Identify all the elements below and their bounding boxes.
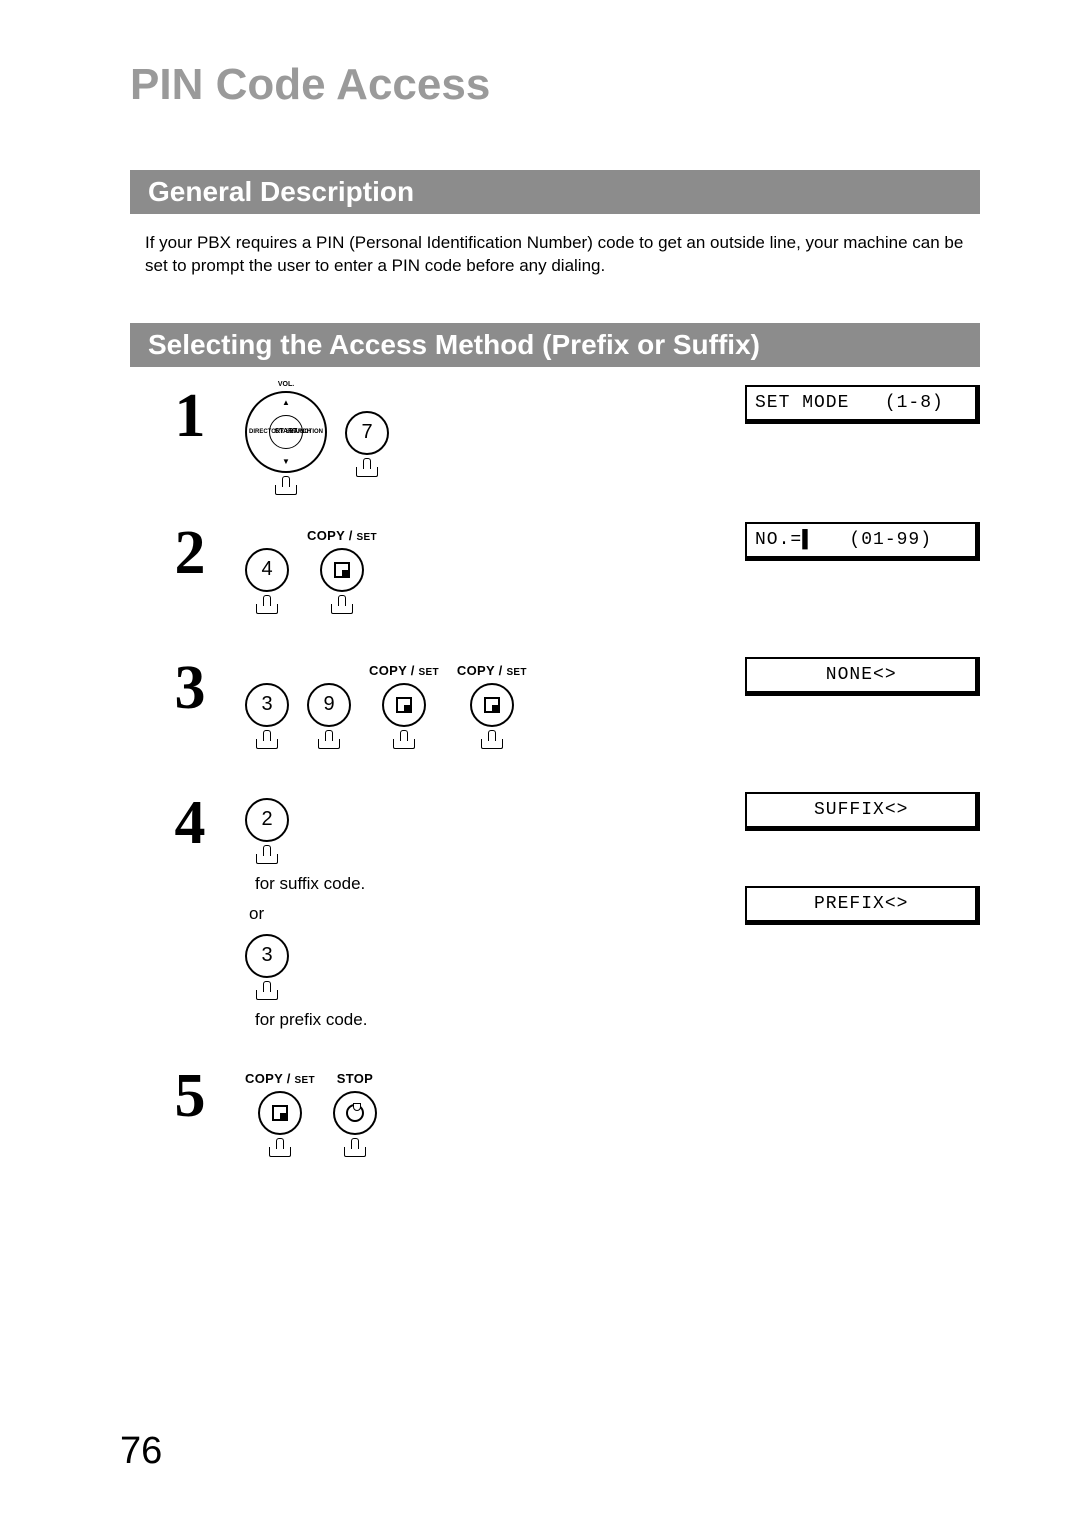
keypad-7-icon: 7 (345, 411, 389, 455)
press-icon (273, 479, 299, 497)
keypad-3-icon: 3 (245, 934, 289, 978)
copy-set-button-icon (382, 683, 426, 727)
copy-set-label: COPY / SET (307, 528, 377, 544)
step-5: 5 COPY / SET STOP (155, 1065, 980, 1175)
copy-set-label: COPY / SET (457, 663, 527, 679)
press-icon (267, 1141, 293, 1159)
step-number: 3 (155, 657, 225, 719)
lcd-display: NONE<> (745, 657, 980, 696)
step-number: 4 (155, 792, 225, 854)
lcd-display: SET MODE (1-8) (745, 385, 980, 424)
copy-set-button-icon (470, 683, 514, 727)
stop-label: STOP (337, 1071, 373, 1087)
keypad-4-icon: 4 (245, 548, 289, 592)
general-description-text: If your PBX requires a PIN (Personal Ide… (145, 232, 980, 278)
press-icon (329, 598, 355, 616)
nav-control-ring-icon: VOL. ▲ ▼ DIRECTORY SEARCH FUNCTION START (245, 391, 327, 473)
copy-set-button-icon (258, 1091, 302, 1135)
step-3: 3 3 9 COPY / SET (155, 657, 980, 767)
or-caption: or (249, 904, 745, 924)
press-icon (254, 733, 280, 751)
keypad-2-icon: 2 (245, 798, 289, 842)
step-2: 2 4 COPY / SET NO.=▌ (01-99) (155, 522, 980, 632)
step-number: 2 (155, 522, 225, 584)
press-icon (391, 733, 417, 751)
page-title: PIN Code Access (130, 60, 980, 110)
press-icon (254, 984, 280, 1002)
press-icon (354, 461, 380, 479)
press-icon (316, 733, 342, 751)
step-4: 4 2 for suffix code. or 3 for prefix co (155, 792, 980, 1040)
step-1: 1 VOL. ▲ ▼ DIRECTORY SEARCH FUNCTION STA… (155, 385, 980, 497)
copy-set-label: COPY / SET (369, 663, 439, 679)
copy-set-label: COPY / SET (245, 1071, 315, 1087)
stop-button-icon (333, 1091, 377, 1135)
step-number: 5 (155, 1065, 225, 1127)
page-number: 76 (120, 1430, 162, 1473)
lcd-display: SUFFIX<> (745, 792, 980, 831)
lcd-display: PREFIX<> (745, 886, 980, 925)
copy-set-button-icon (320, 548, 364, 592)
suffix-caption: for suffix code. (255, 874, 745, 894)
press-icon (254, 848, 280, 866)
keypad-3-icon: 3 (245, 683, 289, 727)
section-selecting-access-method: Selecting the Access Method (Prefix or S… (130, 323, 980, 367)
keypad-9-icon: 9 (307, 683, 351, 727)
section-general-description: General Description (130, 170, 980, 214)
step-number: 1 (155, 385, 225, 447)
prefix-caption: for prefix code. (255, 1010, 745, 1030)
press-icon (254, 598, 280, 616)
press-icon (342, 1141, 368, 1159)
press-icon (479, 733, 505, 751)
lcd-display: NO.=▌ (01-99) (745, 522, 980, 561)
